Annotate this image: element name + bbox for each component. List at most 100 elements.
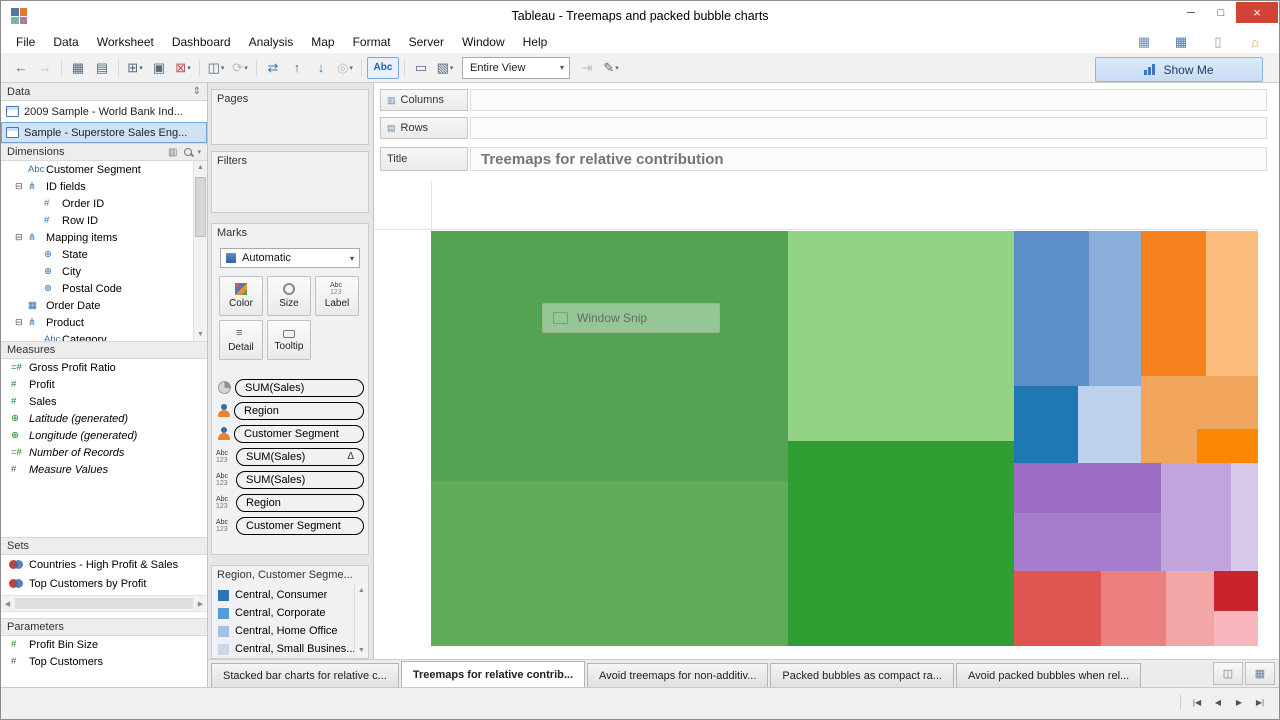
add-data-icon[interactable]: ▤▾ — [91, 57, 113, 79]
group-icon[interactable]: ◫▾ — [205, 57, 227, 79]
pages-card[interactable]: Pages — [211, 89, 369, 145]
menu-item[interactable]: Analysis — [240, 31, 303, 53]
measure-field[interactable]: # Profit — [1, 376, 207, 393]
show-sheet-sorter-icon[interactable]: ▦ — [1245, 662, 1275, 685]
treemap-rect[interactable] — [1141, 231, 1206, 376]
toolbar-separator[interactable]: ▾ — [256, 59, 257, 77]
dimension-field[interactable]: ⊕ Postal Code — [1, 280, 194, 297]
treemap-rect[interactable] — [1161, 463, 1231, 571]
field-pill[interactable]: Customer Segment — [236, 517, 364, 535]
scrollbar-thumb[interactable] — [15, 598, 193, 609]
legend-scrollbar[interactable]: ▲ ▼ — [354, 584, 368, 657]
expander-icon[interactable]: ⊟ — [15, 317, 28, 328]
filters-card[interactable]: Filters — [211, 151, 369, 213]
legend-item[interactable]: Central, Corporate — [214, 604, 354, 622]
dimension-field[interactable]: # Row ID — [1, 212, 194, 229]
treemap-rect[interactable] — [1014, 571, 1101, 646]
measure-field[interactable]: =# Gross Profit Ratio — [1, 359, 207, 376]
field-pill[interactable]: Customer Segment — [234, 425, 364, 443]
treemap-rect[interactable] — [1014, 463, 1161, 513]
show-mark-labels-toggle[interactable]: Abc▾ — [367, 57, 399, 79]
dimension-field[interactable]: ⊕ State — [1, 246, 194, 263]
legend-item[interactable]: Central, Small Busines... — [214, 640, 354, 656]
save-icon[interactable]: ▦▾ — [67, 57, 89, 79]
member-group-icon[interactable]: ◎▾ — [334, 57, 356, 79]
last-sheet-icon[interactable]: ▶| — [1251, 694, 1269, 710]
measure-field[interactable]: =# Number of Records — [1, 444, 207, 461]
forward-icon[interactable]: →▾ — [34, 57, 56, 79]
treemap-rect[interactable] — [1206, 231, 1258, 376]
scrollbar-thumb[interactable] — [195, 177, 206, 237]
treemap-rect[interactable] — [431, 231, 788, 481]
first-sheet-icon[interactable]: |◀ — [1188, 694, 1206, 710]
treemap-rect[interactable] — [1078, 386, 1141, 463]
data-source-row-selected[interactable]: Sample - Superstore Sales Eng... — [1, 122, 207, 143]
treemap-rect[interactable] — [1014, 513, 1161, 571]
scroll-up-icon[interactable]: ▲ — [355, 584, 368, 597]
scroll-down-icon[interactable]: ▼ — [355, 644, 368, 657]
show-view-icon[interactable]: ▦ — [1169, 34, 1193, 50]
sort-descending-icon[interactable]: ↓▾ — [310, 57, 332, 79]
dimension-field[interactable]: ▦ Order Date — [1, 297, 194, 314]
sheet-tab[interactable]: Avoid packed bubbles when rel... — [956, 663, 1141, 687]
dimension-field[interactable]: ⊟ ⋔ Product — [1, 314, 194, 331]
scroll-left-icon[interactable]: ◀ — [1, 596, 14, 611]
expander-icon[interactable]: ⊟ — [15, 181, 28, 192]
home-icon[interactable]: ⌂ — [1243, 34, 1267, 50]
show-filmstrip-icon[interactable]: ◫ — [1213, 662, 1243, 685]
field-pill[interactable]: Region — [236, 494, 364, 512]
maximize-button[interactable]: □ — [1206, 2, 1236, 23]
treemap-rect[interactable] — [1101, 571, 1166, 646]
treemap-rect[interactable] — [431, 481, 788, 646]
set-field[interactable]: Countries - High Profit & Sales — [1, 555, 207, 574]
field-pill[interactable]: SUM(Sales) — [235, 379, 364, 397]
dimension-field[interactable]: Abc Category — [1, 331, 194, 341]
treemap-rect[interactable] — [1166, 571, 1214, 646]
sheet-title-area[interactable]: Treemaps for relative contribution — [470, 147, 1267, 171]
dimension-field[interactable]: ⊟ ⋔ Mapping items — [1, 229, 194, 246]
menu-item[interactable]: File — [7, 31, 44, 53]
dropdown-arrow-icon[interactable]: ▾ — [197, 148, 201, 156]
find-field-icon[interactable] — [184, 148, 193, 157]
sheet-tab[interactable]: Treemaps for relative contrib... — [401, 661, 585, 687]
show-panel-icon[interactable]: ▯ — [1206, 34, 1230, 50]
close-button[interactable]: × — [1236, 2, 1278, 23]
menu-item[interactable]: Map — [302, 31, 343, 53]
dimensions-scrollbar[interactable]: ▲ ▼ — [193, 161, 207, 341]
sort-ascending-icon[interactable]: ↑▾ — [286, 57, 308, 79]
mark-shelf-button[interactable]: Label — [315, 276, 359, 316]
mark-shelf-button[interactable]: Tooltip — [267, 320, 311, 360]
treemap-rect[interactable] — [1231, 463, 1258, 571]
dimension-field[interactable]: Abc Customer Segment — [1, 161, 194, 178]
set-field[interactable]: Top Customers by Profit — [1, 574, 207, 593]
columns-shelf-dropzone[interactable] — [470, 89, 1267, 111]
show-cards-icon[interactable]: ▦ — [1132, 34, 1156, 50]
treemap-rect[interactable] — [1014, 386, 1078, 463]
legend-item[interactable]: Central, Consumer — [214, 586, 354, 604]
presentation-mode-icon[interactable]: ▭▾ — [410, 57, 432, 79]
menu-item[interactable]: Dashboard — [163, 31, 240, 53]
swap-axes-icon[interactable]: ⇄▾ — [262, 57, 284, 79]
data-source-row[interactable]: 2009 Sample - World Bank Ind... — [1, 101, 207, 122]
measure-field[interactable]: # Sales — [1, 393, 207, 410]
menu-item[interactable]: Server — [400, 31, 453, 53]
sheet-tab[interactable]: Stacked bar charts for relative c... — [211, 663, 399, 687]
treemap-rect[interactable] — [1214, 611, 1258, 646]
sort-fields-icon[interactable]: ⇕ — [193, 86, 201, 97]
menu-item[interactable]: Data — [44, 31, 87, 53]
menu-item[interactable]: Format — [344, 31, 400, 53]
menu-item[interactable]: Worksheet — [88, 31, 163, 53]
expander-icon[interactable]: ⊟ — [15, 232, 28, 243]
scroll-up-icon[interactable]: ▲ — [194, 161, 207, 174]
clear-sheet-icon[interactable]: ⊠▾ — [172, 57, 194, 79]
treemap-rect[interactable] — [788, 231, 1014, 441]
previous-sheet-icon[interactable]: ◀ — [1209, 694, 1227, 710]
next-sheet-icon[interactable]: ▶ — [1230, 694, 1248, 710]
treemap-rect[interactable] — [1089, 231, 1141, 386]
highlight-icon[interactable]: ✎▾ — [600, 57, 622, 79]
duplicate-sheet-icon[interactable]: ▣▾ — [148, 57, 170, 79]
mark-shelf-button[interactable]: Color — [219, 276, 263, 316]
measure-field[interactable]: ⊕ Longitude (generated) — [1, 427, 207, 444]
parameter-field[interactable]: # Top Customers — [1, 653, 207, 670]
view-as-list-icon[interactable]: ▥ — [168, 147, 177, 158]
